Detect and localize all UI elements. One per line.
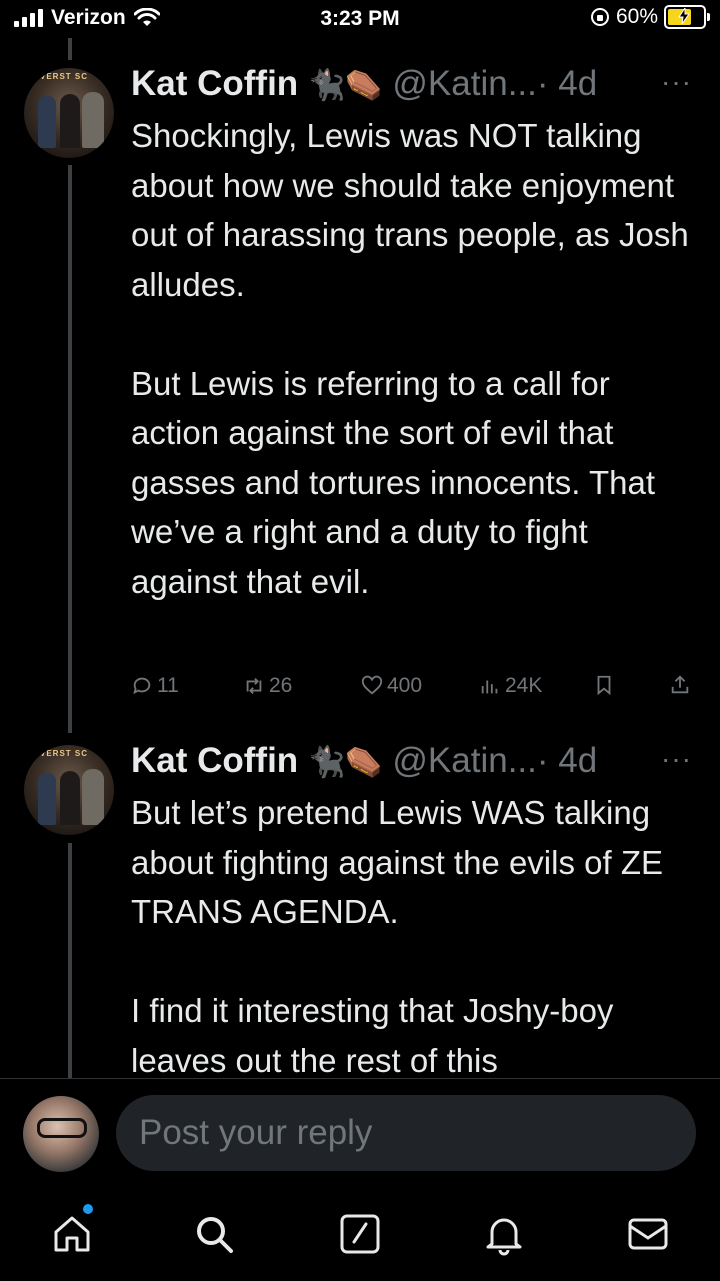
tweet-text: But let’s pretend Lewis WAS talking abou… <box>131 794 663 1078</box>
tweet-header: Kat Coffin 🐈‍⬛⚰️ @Katin...· 4d <box>131 64 597 104</box>
tweet-actions: 11 26 400 24K <box>131 674 701 704</box>
heart-icon <box>361 675 383 695</box>
tweet-header: Kat Coffin 🐈‍⬛⚰️ @Katin...· 4d <box>131 741 597 781</box>
like-button[interactable]: 400 <box>361 674 422 698</box>
unread-indicator <box>83 1204 93 1214</box>
battery-percent: 60% <box>615 5 658 28</box>
battery-charging-icon <box>664 5 710 29</box>
thread-line-top <box>68 38 72 60</box>
reply-input[interactable]: Post your reply <box>116 1095 696 1171</box>
tweet-age[interactable]: · 4d <box>537 64 597 103</box>
author-handle[interactable]: @Katin... <box>392 741 536 780</box>
author-emoji: 🐈‍⬛⚰️ <box>307 69 383 102</box>
share-button[interactable] <box>669 674 691 696</box>
reply-icon <box>133 677 151 695</box>
reply-bar: Post your reply <box>0 1078 720 1185</box>
retweet-count: 26 <box>269 674 293 697</box>
retweet-button[interactable]: 26 <box>243 674 292 698</box>
messages-icon[interactable] <box>626 1212 670 1256</box>
reply-count: 11 <box>157 674 179 697</box>
views-icon <box>481 680 498 694</box>
view-count: 24K <box>505 674 543 697</box>
search-icon[interactable] <box>192 1212 236 1256</box>
notifications-icon[interactable] <box>482 1212 526 1256</box>
tab-bar <box>0 1184 720 1281</box>
avatar[interactable]: VERST SC <box>24 68 114 158</box>
status-bar: Verizon 3:23 PM 60% <box>0 0 720 38</box>
author-name[interactable]: Kat Coffin <box>131 64 298 103</box>
like-count: 400 <box>387 674 423 697</box>
avatar[interactable]: VERST SC <box>24 745 114 835</box>
share-icon <box>671 675 689 694</box>
more-options-icon[interactable]: ··· <box>661 66 692 98</box>
author-emoji: 🐈‍⬛⚰️ <box>307 746 383 779</box>
tweet-age[interactable]: · 4d <box>537 741 597 780</box>
retweet-icon <box>246 678 262 694</box>
author-handle[interactable]: @Katin... <box>392 64 536 103</box>
more-options-icon[interactable]: ··· <box>661 743 692 775</box>
bookmark-icon <box>597 675 611 696</box>
views-button[interactable]: 24K <box>479 674 542 698</box>
compose-icon[interactable] <box>338 1212 382 1256</box>
thread-line-bottom <box>68 843 72 1083</box>
reply-button[interactable]: 11 <box>131 674 179 698</box>
thread-line <box>68 165 72 733</box>
my-avatar <box>23 1096 99 1172</box>
author-name[interactable]: Kat Coffin <box>131 741 298 780</box>
home-icon[interactable] <box>50 1212 94 1256</box>
tweet-text: Shockingly, Lewis was NOT talking about … <box>131 117 689 600</box>
bookmark-button[interactable] <box>593 674 615 696</box>
battery-status: 60% <box>590 5 710 29</box>
orientation-lock-icon <box>590 8 609 26</box>
